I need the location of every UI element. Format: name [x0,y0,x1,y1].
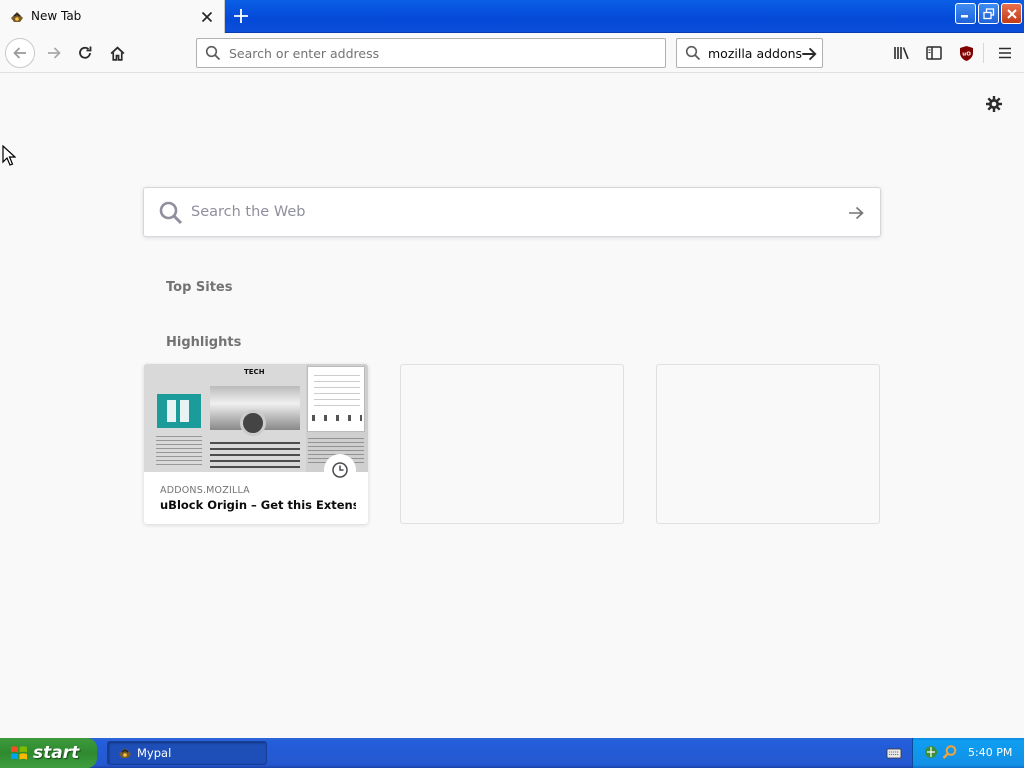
new-tab-page: Search the Web Top Sites Highlights TECH… [0,74,1024,738]
library-button[interactable] [888,39,916,67]
system-clock: 5:40 PM [968,746,1013,759]
ublock-button[interactable]: uO [952,39,980,67]
windows-logo-icon [11,746,27,760]
reload-icon [79,46,92,59]
go-arrow-icon[interactable] [800,45,818,63]
mypal-icon [119,748,131,758]
highlight-title: uBlock Origin – Get this Extensio... [160,498,356,512]
history-badge [324,454,356,486]
minimize-icon [961,15,968,18]
reload-button[interactable] [71,39,99,67]
gear-icon[interactable] [984,94,1004,114]
start-label: start [33,743,80,763]
web-search-box[interactable]: Search the Web [143,187,881,237]
search-icon [205,45,221,61]
search-icon [159,201,183,225]
library-icon [894,47,909,60]
thumbnail-heading: TECH [244,368,265,376]
highlight-card[interactable]: TECH ADDONS.MOZILLA uBlock Origin – Get … [144,364,368,524]
ublock-icon: uO [959,45,973,61]
tab-title: New Tab [31,9,82,23]
svg-text:uO: uO [962,51,971,57]
back-arrow-icon [13,47,26,59]
taskbar-item-label: Mypal [137,746,172,760]
home-button[interactable] [103,39,131,67]
search-input[interactable]: mozilla addons [708,46,802,61]
restore-button[interactable] [978,3,999,24]
thumbnail-popup [307,366,365,432]
network-icon[interactable] [923,744,939,760]
navigation-toolbar: mozilla addons uO [0,33,1024,73]
address-bar[interactable] [196,38,666,68]
tab-new-tab[interactable]: New Tab [0,0,225,33]
forward-arrow-icon [48,47,61,59]
address-input[interactable] [229,45,649,61]
tab-strip: New Tab [0,0,1024,33]
restore-icon [982,7,994,19]
window-close-button[interactable] [1001,3,1022,24]
search-tray-icon[interactable] [942,744,958,760]
close-tab-button[interactable] [198,8,216,26]
close-icon [1006,8,1017,19]
new-tab-button[interactable] [230,5,252,27]
close-icon [201,11,213,23]
mypal-icon [11,12,23,22]
thumbnail-text-lines [156,436,202,466]
toolbar-separator [983,43,984,63]
forward-button[interactable] [40,39,68,67]
taskbar-item-mypal[interactable]: Mypal [107,741,267,765]
sidebar-icon [926,46,942,60]
open-menu-button[interactable] [991,39,1019,67]
sidebar-toggle-button[interactable] [920,39,948,67]
system-tray: 5:40 PM [912,738,1024,768]
start-button[interactable]: start [0,738,97,768]
minimize-button[interactable] [955,3,976,24]
taskbar: start Mypal 5:40 PM [0,738,1024,768]
clock-icon [332,462,348,478]
thumbnail-phone-image [157,394,201,428]
back-button[interactable] [5,38,35,68]
hamburger-menu-icon [999,47,1011,59]
web-search-placeholder: Search the Web [191,204,306,220]
search-submit-arrow-icon[interactable] [846,203,866,223]
thumbnail-car-image [210,386,300,436]
thumbnail-headline-lines [210,442,300,468]
highlight-placeholder [400,364,624,524]
keyboard-icon[interactable] [886,746,902,760]
mouse-cursor-icon [2,145,16,166]
search-bar[interactable]: mozilla addons [676,38,823,68]
plus-icon [234,9,248,23]
highlights-heading: Highlights [166,335,242,350]
search-icon [685,45,701,61]
highlight-placeholder [656,364,880,524]
home-icon [110,45,124,61]
highlight-host: ADDONS.MOZILLA [160,485,250,496]
top-sites-heading: Top Sites [166,280,233,295]
